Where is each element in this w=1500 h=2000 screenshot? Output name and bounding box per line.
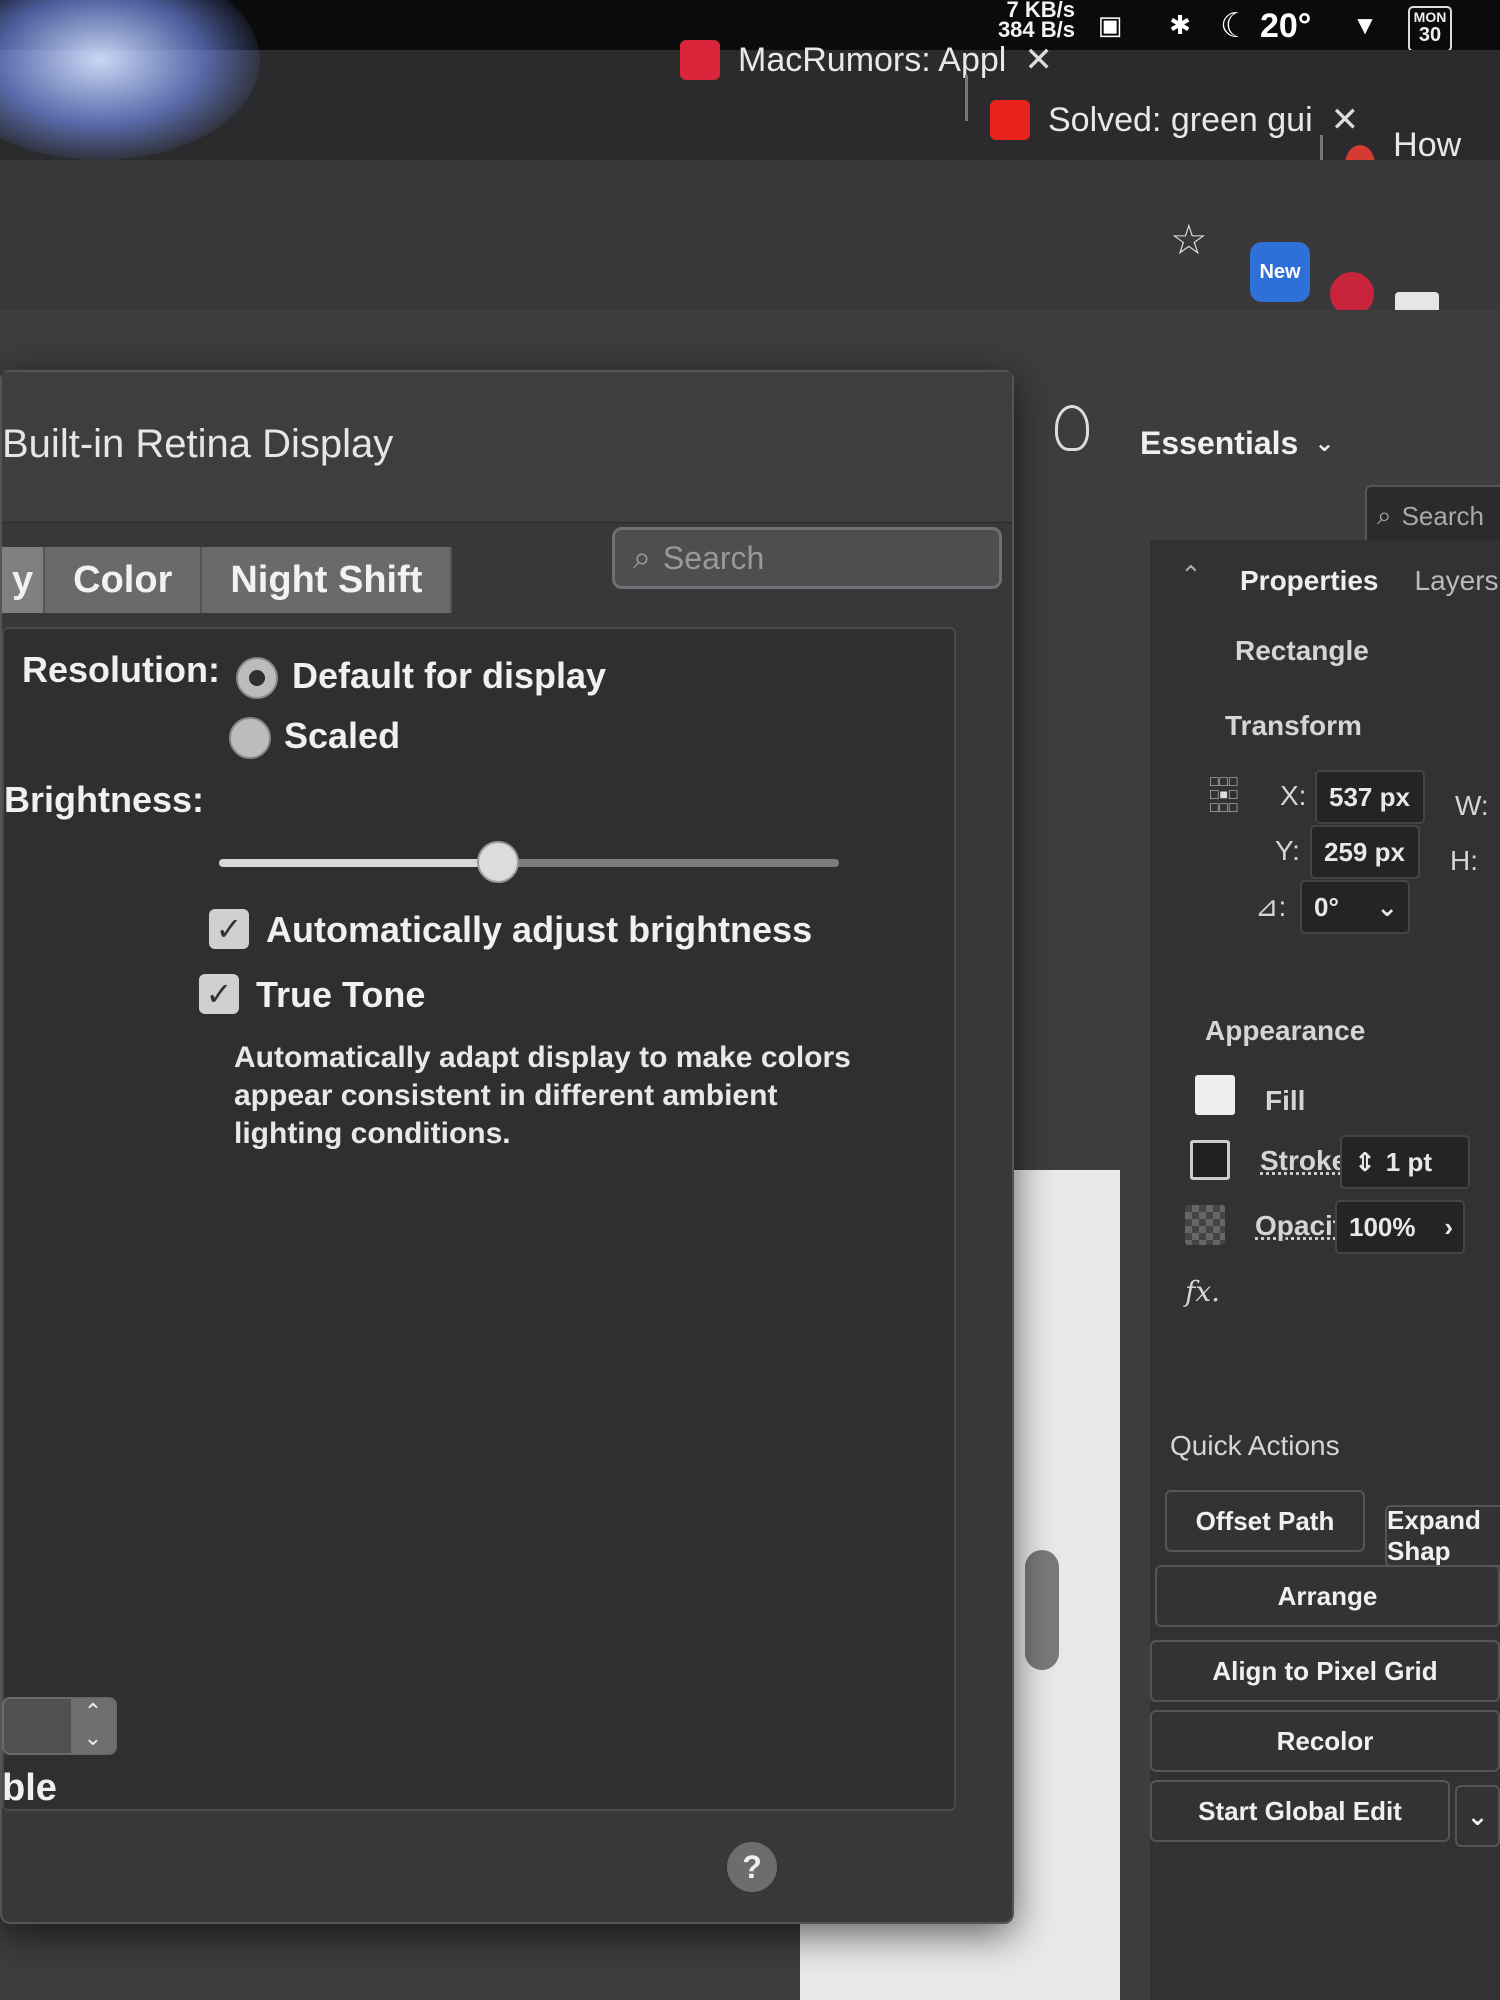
chevron-down-icon: ⌄ (1376, 891, 1398, 922)
chevron-updown-icon: ⌃ ⌄ (71, 1699, 115, 1753)
true-tone-checkbox[interactable]: ✓ (199, 974, 239, 1014)
recolor-button[interactable]: Recolor (1150, 1710, 1500, 1772)
auto-brightness-checkbox[interactable]: ✓ (209, 909, 249, 949)
display-select-popup[interactable]: ⌃ ⌄ (2, 1697, 117, 1755)
workspace-switcher[interactable]: Essentials ⌄ (1140, 425, 1334, 462)
y-position-field[interactable]: 259 px (1310, 825, 1420, 879)
stepper-icon[interactable]: ⇕ (1354, 1147, 1376, 1178)
brightness-label: Brightness: (4, 779, 205, 820)
panel-collapse-icon[interactable]: ⌃ (1180, 560, 1202, 591)
tab-night-shift[interactable]: Night Shift (202, 547, 453, 613)
lightbulb-icon[interactable] (1055, 405, 1089, 451)
card-icon[interactable]: ▣ (1090, 8, 1130, 42)
auto-brightness-label[interactable]: Automatically adjust brightness (266, 909, 812, 951)
bookmark-star-icon[interactable]: ☆ (1170, 215, 1208, 264)
offset-path-button[interactable]: Offset Path (1165, 1490, 1365, 1552)
rotate-angle-icon: ⊿: (1255, 891, 1287, 922)
panel-tabs: Properties Layers (1240, 565, 1499, 597)
search-placeholder: Search (1401, 500, 1484, 531)
rotate-angle-value: 0° (1314, 891, 1339, 922)
global-edit-options-button[interactable]: ⌄ (1455, 1785, 1500, 1847)
calendar-date-indicator[interactable]: MON 30 (1408, 6, 1452, 52)
stroke-label[interactable]: Stroke (1260, 1145, 1347, 1177)
true-tone-description: Automatically adapt display to make colo… (234, 1041, 851, 1150)
properties-panel: ⌃ Properties Layers Rectangle Transform … (1150, 540, 1500, 2000)
scrollbar-thumb[interactable] (1025, 1550, 1059, 1670)
x-position-field[interactable]: 537 px (1315, 770, 1425, 824)
tab-properties[interactable]: Properties (1240, 565, 1379, 597)
stroke-weight-value: 1 pt (1385, 1146, 1433, 1177)
window-title: Built-in Retina Display (2, 422, 394, 466)
resolution-scaled-label[interactable]: Scaled (284, 715, 400, 757)
preferences-search-field[interactable]: ⌕ Search (612, 527, 1002, 589)
weather-indicator[interactable]: ☾ 20° (1220, 6, 1311, 46)
rotate-angle-field[interactable]: 0° ⌄ (1300, 880, 1410, 934)
chevron-down-icon: ⌄ (1466, 1800, 1489, 1831)
display-settings-pane: Resolution: Default for display Scaled B… (2, 627, 956, 1811)
reference-point-icon[interactable]: □□□ □■□ □□□ (1210, 774, 1250, 815)
expand-shape-button[interactable]: Expand Shap (1385, 1505, 1500, 1567)
extension-new-badge: New (1259, 261, 1301, 283)
tab-title: Solved: green gui (1048, 100, 1313, 139)
brightness-slider-knob[interactable] (477, 841, 519, 883)
brightness-slider-fill (219, 859, 498, 867)
close-icon[interactable]: ✕ (1024, 40, 1053, 80)
brightness-slider[interactable] (219, 841, 839, 883)
chevron-right-icon: › (1444, 1211, 1453, 1242)
search-icon: ⌕ (1377, 500, 1392, 530)
bottom-option-label: ble (2, 1767, 57, 1809)
adobe-favicon-icon (990, 100, 1030, 140)
tab-display[interactable]: y (2, 547, 46, 613)
resolution-default-label[interactable]: Default for display (292, 655, 606, 697)
selection-type: Rectangle (1235, 635, 1369, 666)
display-preferences-window: Built-in Retina Display ⌕ Search y Color… (0, 370, 1014, 1924)
transform-heading: Transform (1225, 710, 1362, 741)
tab-color[interactable]: Color (45, 547, 203, 613)
window-titlebar: Built-in Retina Display (2, 372, 1012, 523)
asterisk-icon[interactable]: ✱ (1160, 8, 1200, 42)
tab-title: MacRumors: Appl (738, 40, 1007, 79)
h-label: H: (1450, 845, 1478, 876)
search-placeholder: Search (662, 539, 765, 576)
resolution-label: Resolution: (22, 649, 220, 690)
stroke-weight-field[interactable]: ⇕ 1 pt (1340, 1135, 1470, 1189)
extension-new-button[interactable]: New (1250, 242, 1310, 302)
fill-swatch[interactable] (1195, 1075, 1235, 1115)
arrange-button[interactable]: Arrange (1155, 1565, 1500, 1627)
preferences-tabs: y Color Night Shift (2, 547, 453, 613)
chevron-down-icon: ⌄ (1314, 430, 1335, 457)
true-tone-label[interactable]: True Tone (256, 974, 425, 1016)
opacity-checker-icon (1185, 1205, 1225, 1245)
opacity-value: 100% (1349, 1211, 1416, 1242)
macrumors-favicon-icon (680, 40, 720, 80)
fill-label: Fill (1265, 1085, 1306, 1116)
browser-toolbar: 2020 ☆ New (0, 160, 1500, 374)
resolution-scaled-radio[interactable] (229, 717, 271, 759)
quick-actions-heading: Quick Actions (1170, 1430, 1340, 1461)
tab-layers[interactable]: Layers (1415, 565, 1499, 597)
w-label: W: (1455, 790, 1489, 821)
moon-cloud-icon: ☾ (1220, 7, 1251, 45)
date-number: 30 (1418, 24, 1442, 46)
x-label: X: (1280, 780, 1307, 811)
illustrator-search-field[interactable]: ⌕ Search (1365, 485, 1500, 547)
dropdown-circle-icon[interactable]: ▼ (1345, 8, 1385, 42)
tab-separator (965, 75, 968, 121)
resolution-default-radio[interactable] (236, 657, 278, 699)
align-to-pixel-grid-button[interactable]: Align to Pixel Grid (1150, 1640, 1500, 1702)
start-global-edit-button[interactable]: Start Global Edit (1150, 1780, 1450, 1842)
opacity-field[interactable]: 100% › (1335, 1200, 1465, 1254)
workspace-label: Essentials (1140, 425, 1299, 461)
browser-tab-adobe-community[interactable]: Solved: green gui ✕ (990, 80, 1359, 160)
help-button[interactable]: ? (727, 1842, 777, 1892)
weather-temperature: 20° (1259, 7, 1312, 45)
search-icon: ⌕ (633, 539, 651, 575)
stroke-swatch[interactable] (1190, 1140, 1230, 1180)
y-label: Y: (1275, 835, 1300, 866)
appearance-heading: Appearance (1205, 1015, 1366, 1046)
fx-effects-button[interactable]: fx. (1185, 1275, 1220, 1308)
